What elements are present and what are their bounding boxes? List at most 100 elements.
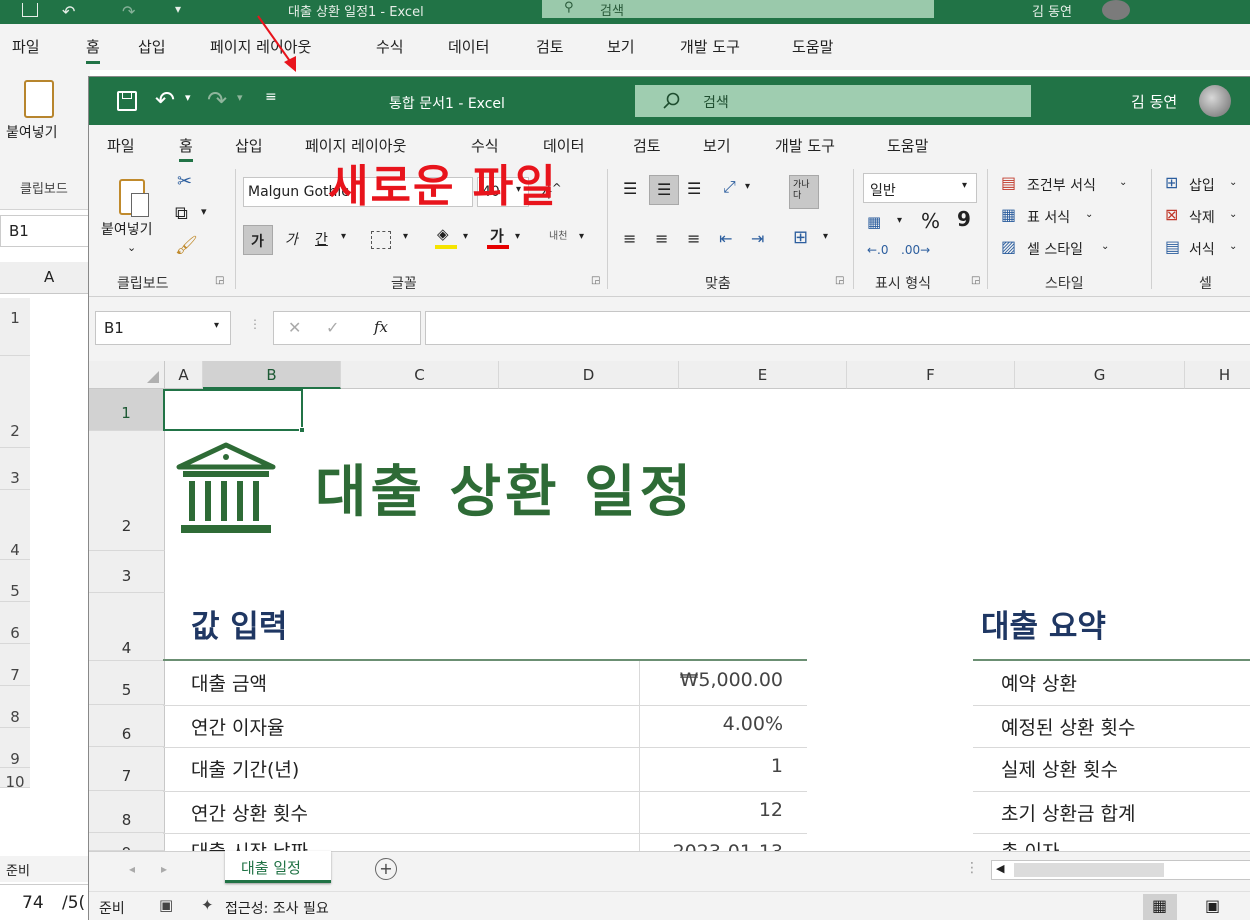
- border-icon[interactable]: [371, 231, 391, 249]
- save-icon[interactable]: [117, 91, 137, 111]
- delete-cells-icon[interactable]: ⊠: [1165, 205, 1178, 224]
- avatar[interactable]: [1102, 0, 1130, 20]
- undo-icon[interactable]: ↶: [155, 86, 175, 114]
- fill-dropdown-icon[interactable]: ▾: [463, 231, 468, 242]
- redo-dropdown-icon[interactable]: ▾: [237, 91, 243, 104]
- back-col-a[interactable]: A: [44, 268, 54, 286]
- normal-view-button[interactable]: ▦: [1143, 894, 1177, 920]
- back-row-4[interactable]: 4: [0, 490, 30, 560]
- orientation-icon[interactable]: ⤢: [723, 177, 736, 197]
- scroll-left-icon[interactable]: ◂: [129, 862, 135, 876]
- paste-button[interactable]: [117, 175, 151, 219]
- align-center-icon[interactable]: ≡: [655, 229, 668, 248]
- format-dropdown-icon[interactable]: ⌄: [1229, 241, 1237, 252]
- tab-help[interactable]: 도움말: [887, 135, 928, 156]
- undo-dropdown-icon[interactable]: ▾: [185, 91, 191, 104]
- align-right-icon[interactable]: ≡: [687, 229, 700, 248]
- tab-splitter-icon[interactable]: ⋮: [965, 860, 979, 876]
- font-color-button[interactable]: 가: [487, 225, 509, 251]
- redo-icon[interactable]: ↷: [122, 2, 135, 21]
- select-all-button[interactable]: [89, 361, 165, 389]
- border-dropdown-icon[interactable]: ▾: [403, 231, 408, 242]
- row-header-7[interactable]: 7: [89, 747, 165, 791]
- input-value-start-date[interactable]: 2023-01-13: [649, 839, 783, 851]
- col-header-c[interactable]: C: [341, 361, 499, 389]
- col-header-f[interactable]: F: [847, 361, 1015, 389]
- bold-button[interactable]: 가: [243, 225, 273, 255]
- back-row-1[interactable]: 1: [0, 298, 30, 356]
- number-launcher-icon[interactable]: ◲: [971, 275, 980, 286]
- phonetic-dropdown-icon[interactable]: ▾: [579, 231, 584, 242]
- save-icon[interactable]: [22, 3, 38, 17]
- back-menu-insert[interactable]: 삽입: [138, 36, 166, 57]
- copy-icon[interactable]: ⧉: [175, 203, 188, 224]
- back-row-6[interactable]: 6: [0, 602, 30, 644]
- formula-input[interactable]: [425, 311, 1250, 345]
- increase-decimal-icon[interactable]: ←.0: [867, 243, 889, 257]
- back-menu-home[interactable]: 홈: [86, 36, 100, 64]
- accounting-format-icon[interactable]: ▦: [867, 213, 881, 231]
- table-format-icon[interactable]: ▦: [1001, 205, 1016, 224]
- horizontal-scrollbar[interactable]: ◀: [991, 860, 1250, 880]
- font-color-dropdown-icon[interactable]: ▾: [515, 231, 520, 242]
- increase-indent-icon[interactable]: ⇥: [751, 229, 764, 248]
- input-value-interest[interactable]: 4.00%: [649, 713, 783, 735]
- accessibility-icon[interactable]: ✦: [201, 896, 214, 914]
- cut-icon[interactable]: ✂: [177, 171, 192, 192]
- conditional-format-icon[interactable]: ▤: [1001, 173, 1016, 192]
- back-menu-view[interactable]: 보기: [607, 36, 635, 57]
- cancel-icon[interactable]: ✕: [288, 318, 301, 337]
- conditional-format-button[interactable]: 조건부 서식: [1027, 175, 1096, 195]
- fill-color-button[interactable]: ◈: [435, 225, 457, 251]
- table-format-dropdown-icon[interactable]: ⌄: [1085, 209, 1093, 220]
- undo-icon[interactable]: ↶: [62, 2, 75, 21]
- name-box[interactable]: B1 ▾: [95, 311, 231, 345]
- back-row-3[interactable]: 3: [0, 448, 30, 490]
- italic-button[interactable]: 가: [285, 229, 298, 249]
- row-header-5[interactable]: 5: [89, 661, 165, 705]
- delete-cells-button[interactable]: 삭제: [1189, 207, 1215, 227]
- conditional-format-dropdown-icon[interactable]: ⌄: [1119, 177, 1127, 188]
- phonetic-button[interactable]: 내천: [549, 227, 567, 242]
- row-header-4[interactable]: 4: [89, 593, 165, 661]
- input-value-payments[interactable]: 12: [649, 799, 783, 821]
- comma-button[interactable]: 9: [957, 207, 971, 231]
- back-name-box[interactable]: B1: [0, 215, 90, 247]
- paste-dropdown-icon[interactable]: ⌄: [127, 241, 136, 254]
- row-header-9[interactable]: 9: [89, 833, 165, 851]
- col-header-h[interactable]: H: [1185, 361, 1250, 389]
- orientation-dropdown-icon[interactable]: ▾: [745, 181, 750, 192]
- row-header-3[interactable]: 3: [89, 551, 165, 593]
- table-format-button[interactable]: 표 서식: [1027, 207, 1070, 227]
- back-menu-help[interactable]: 도움말: [792, 36, 833, 57]
- tab-home[interactable]: 홈: [179, 135, 193, 162]
- accounting-dropdown-icon[interactable]: ▾: [897, 215, 902, 226]
- cell-style-icon[interactable]: ▨: [1001, 237, 1016, 256]
- tab-developer[interactable]: 개발 도구: [775, 135, 835, 156]
- back-menu-review[interactable]: 검토: [536, 36, 564, 57]
- decrease-indent-icon[interactable]: ⇤: [719, 229, 732, 248]
- row-header-1[interactable]: 1: [89, 389, 165, 431]
- col-header-b[interactable]: B: [203, 361, 341, 389]
- alignment-launcher-icon[interactable]: ◲: [835, 275, 844, 286]
- percent-button[interactable]: %: [921, 209, 940, 233]
- add-sheet-icon[interactable]: +: [375, 858, 397, 880]
- back-menu-developer[interactable]: 개발 도구: [680, 36, 740, 57]
- back-menu-file[interactable]: 파일: [12, 36, 40, 57]
- back-row-9[interactable]: 9: [0, 728, 30, 768]
- insert-cells-icon[interactable]: ⊞: [1165, 173, 1178, 192]
- align-left-icon[interactable]: ≡: [623, 229, 636, 248]
- insert-function-button[interactable]: fx: [374, 318, 388, 336]
- back-menu-data[interactable]: 데이터: [448, 36, 489, 57]
- col-header-d[interactable]: D: [499, 361, 679, 389]
- clipboard-launcher-icon[interactable]: ◲: [215, 275, 224, 286]
- align-bottom-icon[interactable]: ☰: [687, 179, 701, 198]
- row-header-6[interactable]: 6: [89, 705, 165, 747]
- paste-icon[interactable]: [24, 80, 54, 118]
- wrap-text-button[interactable]: 가나다: [789, 175, 819, 209]
- back-row-10[interactable]: 10: [0, 768, 30, 791]
- macro-record-icon[interactable]: ▣: [159, 896, 173, 914]
- accessibility-status[interactable]: 접근성: 조사 필요: [225, 898, 329, 918]
- back-menu-formulas[interactable]: 수식: [376, 36, 404, 57]
- delete-dropdown-icon[interactable]: ⌄: [1229, 209, 1237, 220]
